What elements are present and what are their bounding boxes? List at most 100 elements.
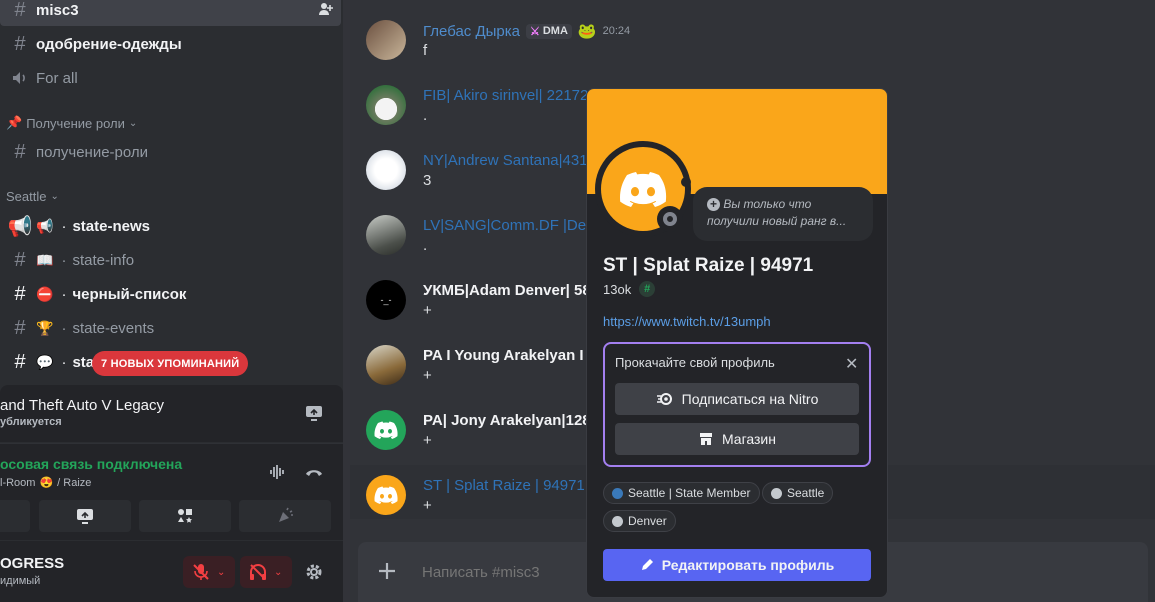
hash-badge-icon[interactable]: # bbox=[639, 281, 656, 297]
server-tag[interactable]: ⚔ DMA bbox=[525, 23, 572, 39]
edit-profile-button[interactable]: Редактировать профиль bbox=[603, 549, 871, 581]
chevron-down-icon: ⌄ bbox=[50, 191, 59, 202]
profile-display-name: ST | Splat Raize | 94971 bbox=[603, 255, 814, 276]
chevron-down-icon: ⌄ bbox=[274, 566, 283, 578]
channel-sidebar: # misc3 # одобрение-одежды For all 📌 Пол… bbox=[0, 0, 343, 602]
close-icon[interactable]: ✕ bbox=[845, 354, 858, 374]
channel-state-news[interactable]: 📢 📢 · state-news bbox=[6, 211, 150, 241]
role-color-dot bbox=[771, 487, 782, 499]
message-text: + bbox=[423, 367, 432, 384]
pencil-icon bbox=[641, 559, 653, 570]
shop-icon bbox=[699, 433, 712, 445]
avatar[interactable] bbox=[366, 150, 406, 190]
settings-gear-icon[interactable] bbox=[304, 562, 324, 582]
video-button[interactable] bbox=[0, 500, 30, 532]
message-text: 3 bbox=[423, 172, 432, 189]
trophy-icon: 🏆 bbox=[36, 319, 54, 336]
message-username[interactable]: FIB| Akiro sirinvel| 22172 bbox=[423, 87, 588, 104]
bubble-dot-small bbox=[681, 177, 691, 187]
avatar[interactable] bbox=[366, 20, 406, 60]
deafen-button[interactable]: ⌄ bbox=[240, 556, 292, 588]
avatar[interactable] bbox=[366, 410, 406, 450]
screen-share-icon bbox=[77, 509, 93, 524]
upgrade-title: Прокачайте свой профиль bbox=[615, 355, 775, 370]
message-username[interactable]: PA I Young Arakelyan I 1 bbox=[423, 347, 596, 364]
hash-locked-icon: # bbox=[14, 316, 26, 339]
screen-share-icon[interactable] bbox=[304, 403, 324, 423]
mute-button[interactable]: ⌄ bbox=[183, 556, 235, 588]
category-seattle[interactable]: Seattle ⌄ bbox=[6, 189, 59, 204]
activities-icon bbox=[178, 509, 192, 523]
voice-status: осовая связь подключена bbox=[0, 456, 183, 472]
channel-state-info[interactable]: # 📖 · state-info bbox=[6, 245, 134, 275]
message-text: + bbox=[423, 302, 432, 319]
offline-status-icon bbox=[657, 206, 683, 232]
channel-for-all[interactable]: For all bbox=[6, 63, 78, 93]
message-username[interactable]: ST | Splat Raize | 94971 bbox=[423, 477, 585, 494]
message-username[interactable]: УКМБ|Adam Denver| 58 bbox=[423, 282, 591, 299]
message-timestamp: 20:24 bbox=[602, 25, 631, 37]
role-pill[interactable]: Denver bbox=[603, 510, 676, 532]
book-icon: 📖 bbox=[36, 251, 54, 268]
share-screen-button[interactable] bbox=[39, 500, 131, 532]
channel-poluchenie-roli[interactable]: # получение-роли bbox=[6, 137, 148, 167]
avatar[interactable] bbox=[366, 475, 406, 515]
profile-popup: + Вы только что получили новый ранг в...… bbox=[586, 88, 888, 598]
user-name: OGRESS bbox=[0, 555, 65, 572]
user-status: идимый bbox=[0, 575, 41, 587]
avatar[interactable]: -_- bbox=[366, 280, 406, 320]
avatar[interactable] bbox=[366, 215, 406, 255]
channel-black-list[interactable]: # ⛔ · черный-список bbox=[6, 279, 186, 309]
activities-button[interactable] bbox=[139, 500, 231, 532]
hash-locked-icon: # bbox=[14, 248, 26, 271]
heart-eyes-emoji-icon: 😍 bbox=[39, 477, 54, 489]
activity-status: убликуется bbox=[0, 416, 62, 428]
message-username[interactable]: PA| Jony Arakelyan|1289 bbox=[423, 412, 599, 429]
activity-panel: and Theft Auto V Legacy убликуется bbox=[0, 385, 343, 442]
nitro-icon bbox=[656, 393, 672, 405]
channel-sta[interactable]: # 💬 · sta bbox=[6, 347, 94, 377]
message-text: f bbox=[423, 42, 428, 59]
category-roles[interactable]: 📌 Получение роли ⌄ bbox=[6, 115, 137, 131]
soundboard-button[interactable] bbox=[239, 500, 331, 532]
hash-icon: # bbox=[14, 0, 26, 21]
no-entry-icon: ⛔ bbox=[36, 285, 54, 302]
activity-game-title: and Theft Auto V Legacy bbox=[0, 397, 165, 414]
avatar[interactable] bbox=[366, 85, 406, 125]
role-color-dot bbox=[612, 515, 623, 527]
sword-icon: ⚔ bbox=[529, 25, 540, 38]
channel-odobrenie-odezhdy[interactable]: # одобрение-одежды bbox=[6, 29, 181, 59]
shop-button[interactable]: Магазин bbox=[615, 423, 859, 455]
avatar[interactable] bbox=[366, 345, 406, 385]
profile-username: 13ok bbox=[603, 281, 632, 297]
message-username[interactable]: Глебас Дырка ⚔ DMA 🐸 20:24 bbox=[423, 22, 631, 41]
disconnect-icon[interactable] bbox=[304, 464, 324, 480]
speech-bubble-icon: 💬 bbox=[36, 353, 54, 370]
profile-link[interactable]: https://www.twitch.tv/13umph bbox=[603, 314, 771, 329]
voice-room[interactable]: l-Room 😍 / Raize bbox=[0, 476, 91, 490]
speaker-icon bbox=[6, 69, 34, 87]
channel-state-events[interactable]: # 🏆 · state-events bbox=[6, 313, 154, 343]
custom-status-bubble[interactable]: + Вы только что получили новый ранг в... bbox=[693, 187, 873, 241]
voice-activity-icon[interactable] bbox=[268, 462, 288, 482]
message-text: . bbox=[423, 237, 428, 254]
discord-logo-icon bbox=[374, 486, 398, 504]
role-pill[interactable]: Seattle bbox=[762, 482, 834, 504]
add-attachment-icon[interactable] bbox=[376, 560, 398, 582]
soundboard-icon bbox=[279, 507, 293, 522]
hash-icon: # bbox=[14, 140, 26, 163]
frog-icon: 🐸 bbox=[577, 23, 597, 40]
message-text: . bbox=[423, 107, 428, 124]
profile-username-row: 13ok # bbox=[603, 281, 656, 297]
discord-logo-icon bbox=[620, 172, 667, 207]
user-panel: OGRESS идимый ⌄ ⌄ bbox=[0, 541, 343, 602]
message-username[interactable]: LV|SANG|Comm.DF |De bbox=[423, 217, 586, 234]
subscribe-nitro-button[interactable]: Подписаться на Nitro bbox=[615, 383, 859, 415]
new-mentions-badge[interactable]: 7 НОВЫХ УПОМИНАНИЙ bbox=[92, 351, 249, 376]
channel-misc3[interactable]: # misc3 bbox=[6, 0, 333, 25]
profile-upgrade-card: Прокачайте свой профиль ✕ Подписаться на… bbox=[603, 342, 871, 467]
add-member-icon[interactable] bbox=[318, 1, 334, 17]
role-pill[interactable]: Seattle | State Member bbox=[603, 482, 760, 504]
message-username[interactable]: NY|Andrew Santana|431 bbox=[423, 152, 588, 169]
voice-panel: осовая связь подключена l-Room 😍 / Raize bbox=[0, 443, 343, 540]
